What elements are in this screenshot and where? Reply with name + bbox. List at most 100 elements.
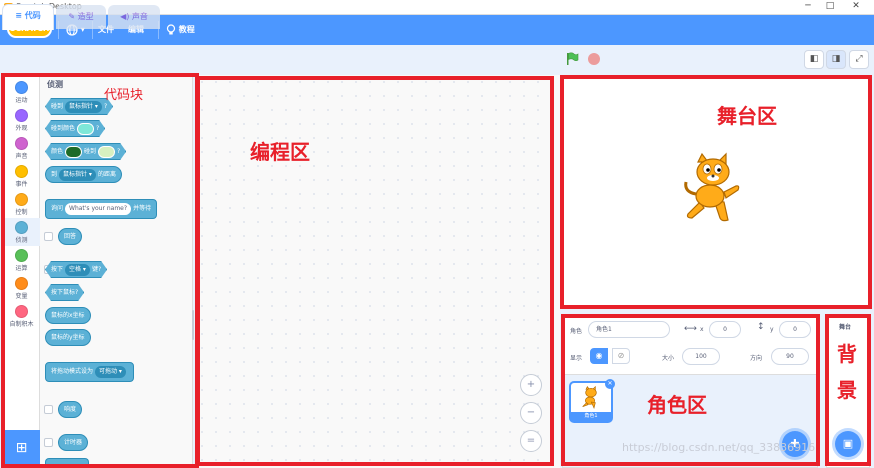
show-label: 显示 <box>570 355 583 362</box>
image-plus-icon: ▣ <box>842 437 854 450</box>
block-dropdown[interactable]: 鼠标指针 ▾ <box>65 101 102 113</box>
watermark: https://blog.csdn.net/qq_33836916 <box>622 441 816 454</box>
timer-checkbox[interactable] <box>44 438 53 447</box>
category-dot-icon <box>15 277 28 290</box>
loudness-checkbox[interactable] <box>44 405 53 414</box>
annotation-label-stage: 舞台区 <box>717 104 777 128</box>
cat-sprite[interactable] <box>680 152 746 224</box>
block-text: 碰到 <box>51 103 64 110</box>
category-events[interactable]: 事件 <box>3 162 40 190</box>
x-position-field[interactable]: 0 <box>709 321 741 338</box>
annotation-label-blocks: 代码块 <box>104 88 144 103</box>
category-dot-icon <box>15 81 28 94</box>
category-my-blocks[interactable]: 自制积木 <box>3 302 40 330</box>
annotation-label-sprite: 角色区 <box>647 393 707 417</box>
color-swatch[interactable] <box>77 123 94 135</box>
block-dropdown[interactable]: 空格 ▾ <box>65 264 90 276</box>
mouse-y-block[interactable]: 鼠标的y坐标 <box>45 329 91 346</box>
close-button[interactable]: ✕ <box>846 1 866 14</box>
touching-block[interactable]: 碰到 鼠标指针 ▾? <box>45 98 113 115</box>
color-swatch[interactable] <box>98 146 115 158</box>
green-flag-button[interactable] <box>565 52 579 66</box>
fullscreen-button[interactable]: ⤢ <box>849 50 869 69</box>
block-text: 碰到 <box>84 148 97 155</box>
category-menu: 运动 外观 声音 事件 控制 侦测 运算 变量 自制积木 <box>3 75 40 468</box>
color-touching-color-block[interactable]: 颜色 碰到? <box>45 143 126 160</box>
category-dot-icon <box>15 193 28 206</box>
palette-scrollbar[interactable] <box>192 310 194 340</box>
direction-field[interactable]: 90 <box>771 348 809 365</box>
hide-sprite-button[interactable]: ⊘ <box>612 348 630 364</box>
tab-costumes[interactable]: ✎ 造型 <box>56 5 106 29</box>
ask-and-wait-block[interactable]: 询问 What's your name? 并等待 <box>45 199 158 219</box>
partial-block[interactable] <box>45 458 89 468</box>
delete-sprite-icon[interactable]: ✕ <box>605 379 615 389</box>
block-text: 的距离 <box>97 171 116 178</box>
answer-checkbox[interactable] <box>44 232 53 241</box>
category-motion[interactable]: 运动 <box>3 78 40 106</box>
sprite-thumbnail[interactable]: ✕ 角色1 <box>569 379 615 423</box>
category-sound[interactable]: 声音 <box>3 134 40 162</box>
tab-code[interactable]: ≡ 代码 <box>2 4 54 30</box>
block-text: ? <box>103 103 108 110</box>
add-backdrop-button[interactable]: ▣ <box>835 431 861 457</box>
tutorials-label: 教程 <box>178 25 195 34</box>
sprite-name-field[interactable]: 角色1 <box>588 321 670 338</box>
key-pressed-block[interactable]: 按下 空格 ▾ 键? <box>45 261 107 278</box>
size-field[interactable]: 100 <box>682 348 720 365</box>
annotation-label-backdrop-2: 景 <box>837 378 857 402</box>
code-workspace[interactable] <box>195 75 560 468</box>
category-operators[interactable]: 运算 <box>3 246 40 274</box>
category-variables[interactable]: 变量 <box>3 274 40 302</box>
category-dot-icon <box>15 137 28 150</box>
tab-sounds[interactable]: ◀) 声音 <box>108 5 160 29</box>
block-text: 碰到颜色 <box>51 125 76 132</box>
set-drag-mode-block[interactable]: 将拖动模式设为 可拖动 ▾ <box>45 362 134 382</box>
distance-to-block[interactable]: 到鼠标指针 ▾ 的距离 <box>45 166 122 183</box>
category-label: 变量 <box>15 293 28 300</box>
category-label: 声音 <box>15 153 28 160</box>
category-dot-icon <box>15 165 28 178</box>
block-dropdown[interactable]: 鼠标指针 ▾ <box>59 169 96 181</box>
category-looks[interactable]: 外观 <box>3 106 40 134</box>
normal-stage-button[interactable]: ◨ <box>826 50 846 69</box>
category-label: 侦测 <box>15 237 28 244</box>
loudness-block[interactable]: 响度 <box>58 401 83 418</box>
category-control[interactable]: 控制 <box>3 190 40 218</box>
minimize-button[interactable]: ─ <box>798 1 818 14</box>
answer-block[interactable]: 回答 <box>58 228 83 245</box>
touching-color-block[interactable]: 碰到颜色? <box>45 120 105 137</box>
block-text: ? <box>96 125 100 132</box>
small-stage-button[interactable]: ◧ <box>804 50 824 69</box>
block-text: 颜色 <box>51 148 64 155</box>
tutorials-menu[interactable]: 教程 <box>166 15 195 45</box>
category-dot-icon <box>15 109 28 122</box>
category-sensing[interactable]: 侦测 <box>3 218 40 246</box>
y-position-field[interactable]: 0 <box>779 321 811 338</box>
category-label: 控制 <box>15 209 28 216</box>
show-sprite-button[interactable]: ◉ <box>590 348 608 364</box>
category-label: 自制积木 <box>9 321 34 328</box>
x-arrows-icon: ⟷ <box>684 324 697 334</box>
color-swatch[interactable] <box>65 146 82 158</box>
annotation-label-code: 编程区 <box>250 140 310 164</box>
mouse-down-block[interactable]: 按下鼠标? <box>45 284 84 301</box>
block-text: 键? <box>91 266 102 273</box>
maximize-button[interactable]: □ <box>820 1 840 14</box>
zoom-in-button[interactable]: + <box>520 374 542 396</box>
block-dropdown[interactable]: 可拖动 ▾ <box>95 366 126 378</box>
mouse-x-block[interactable]: 鼠标的x坐标 <box>45 307 91 324</box>
block-text: ? <box>117 148 121 155</box>
category-label: 外观 <box>15 125 28 132</box>
stage-target-label: 舞台 <box>839 324 852 331</box>
block-text-input[interactable]: What's your name? <box>65 203 132 215</box>
zoom-out-button[interactable]: − <box>520 402 542 424</box>
zoom-reset-button[interactable]: = <box>520 430 542 452</box>
tab-costumes-label: 造型 <box>77 12 94 21</box>
stop-button[interactable] <box>588 53 600 65</box>
timer-block[interactable]: 计时器 <box>58 434 89 451</box>
add-extension-button[interactable]: ⊞ <box>3 430 40 468</box>
y-arrows-icon: ↕ <box>757 322 765 332</box>
category-dot-icon <box>15 305 28 318</box>
category-dot-icon <box>15 221 28 234</box>
